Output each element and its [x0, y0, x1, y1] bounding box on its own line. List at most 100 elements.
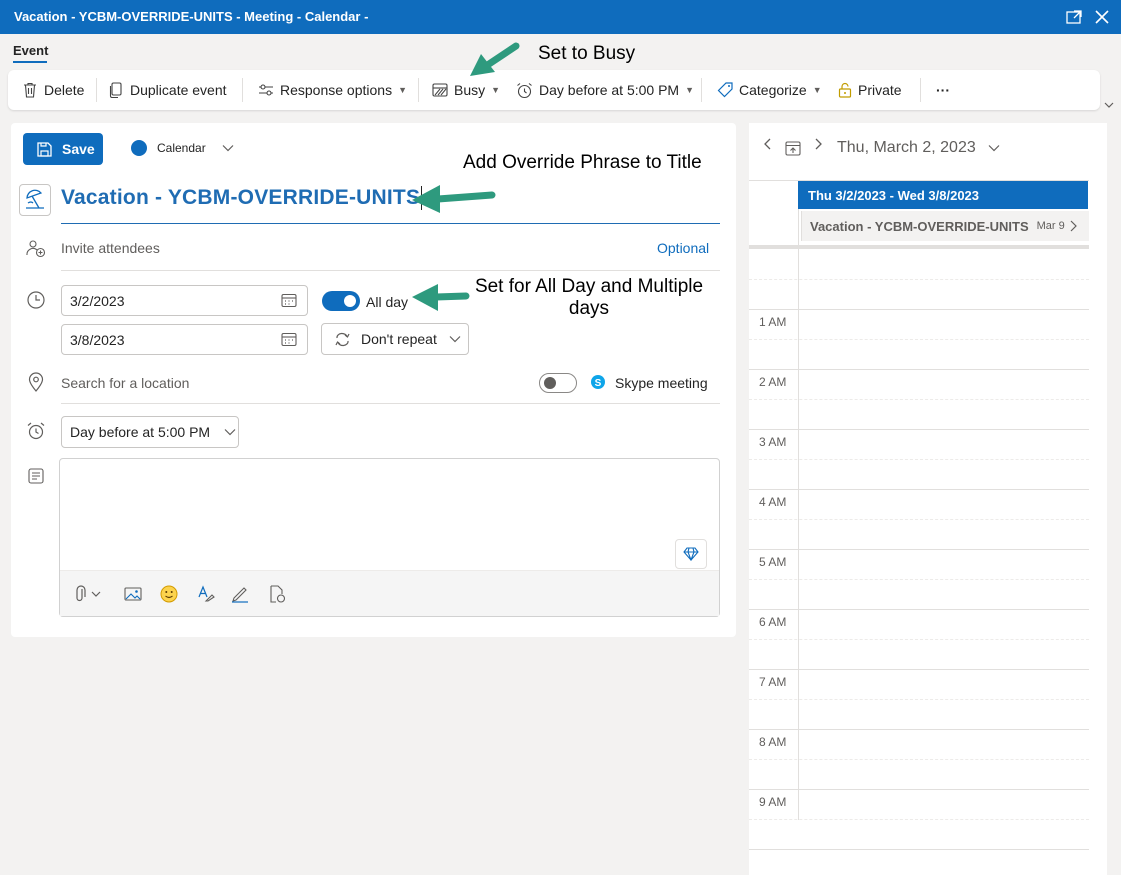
location-pin-icon — [25, 371, 47, 393]
sliders-icon — [259, 84, 273, 96]
format-text-button[interactable] — [196, 584, 216, 604]
emoji-button[interactable] — [159, 584, 179, 604]
event-type-icon[interactable] — [19, 184, 51, 216]
grid-line — [749, 519, 1089, 520]
optional-attendees-link[interactable]: Optional — [657, 240, 709, 256]
reminder-dropdown-field[interactable]: Day before at 5:00 PM — [61, 416, 239, 448]
window-title: Vacation - YCBM-OVERRIDE-UNITS - Meeting… — [14, 9, 369, 24]
trash-icon — [24, 82, 36, 98]
chevron-left-icon[interactable] — [763, 137, 773, 156]
allday-event-bar[interactable]: Thu 3/2/2023 - Wed 3/8/2023 — [798, 181, 1088, 209]
title-value: Vacation - YCBM-OVERRIDE-UNITS — [61, 186, 421, 209]
popout-icon[interactable] — [1064, 7, 1084, 27]
hour-label: 8 AM — [759, 735, 787, 749]
end-date-value: 3/8/2023 — [70, 331, 125, 348]
reminder-dropdown[interactable]: Day before at 5:00 PM ▼ — [516, 70, 694, 110]
grid-line — [749, 399, 1089, 400]
divider — [61, 270, 720, 271]
tab-event-underline — [13, 61, 47, 63]
grid-line — [749, 789, 1089, 790]
reminder-label: Day before at 5:00 PM — [539, 82, 680, 98]
duplicate-event-button[interactable]: Duplicate event — [108, 70, 227, 110]
response-options-label: Response options — [280, 82, 393, 98]
grid-line — [749, 579, 1089, 580]
annotation-arrow-allday — [412, 284, 470, 311]
chevron-down-icon — [449, 336, 461, 343]
response-options-button[interactable]: Response options ▼ — [258, 70, 407, 110]
calendar-selector[interactable]: Calendar — [131, 140, 234, 156]
chevron-right-icon[interactable] — [813, 137, 823, 156]
all-day-toggle[interactable] — [322, 291, 360, 311]
calendar-icon[interactable] — [281, 293, 297, 311]
start-date-field[interactable]: 3/2/2023 — [61, 285, 308, 316]
repeat-value: Don't repeat — [361, 331, 437, 347]
toggle-knob — [544, 377, 556, 389]
ribbon-divider — [701, 78, 702, 102]
calendar-event[interactable]: Vacation - YCBM-OVERRIDE-UNITS Mar 9 — [801, 211, 1089, 241]
categorize-button[interactable]: Categorize ▼ — [717, 70, 822, 110]
end-date-field[interactable]: 3/8/2023 — [61, 324, 308, 355]
invite-attendees-input[interactable]: Invite attendees — [61, 240, 160, 256]
description-editor[interactable] — [59, 458, 720, 617]
grid-line — [749, 699, 1089, 700]
grid-line — [749, 309, 1089, 310]
private-button[interactable]: Private — [838, 70, 902, 110]
grid-line — [749, 369, 1089, 370]
location-input[interactable]: Search for a location — [61, 375, 189, 391]
skype-meeting-toggle[interactable] — [539, 373, 577, 393]
annotation-busy: Set to Busy — [538, 43, 636, 64]
annotation-allday: Set for All Day and Multiple days — [469, 276, 709, 320]
title-bar: Vacation - YCBM-OVERRIDE-UNITS - Meeting… — [0, 0, 1121, 34]
repeat-icon — [335, 332, 350, 346]
hour-label: 9 AM — [759, 795, 787, 809]
annotation-arrow-title — [412, 185, 496, 213]
chevron-down-icon — [222, 145, 234, 152]
go-to-today-icon[interactable] — [785, 140, 801, 161]
save-button[interactable]: Save — [23, 133, 103, 165]
ribbon-divider — [96, 78, 97, 102]
start-date-value: 3/2/2023 — [70, 292, 125, 309]
save-icon — [37, 141, 52, 157]
reminder-value: Day before at 5:00 PM — [70, 424, 211, 440]
chevron-right-icon — [1070, 220, 1077, 232]
categorize-label: Categorize — [739, 82, 807, 98]
editor-toolbar — [60, 570, 719, 616]
svg-text:S: S — [595, 378, 602, 389]
more-options-button[interactable]: ··· — [936, 70, 950, 110]
busy-label: Busy — [454, 82, 486, 98]
repeat-dropdown[interactable]: Don't repeat — [321, 323, 469, 355]
annotation-title: Add Override Phrase to Title — [463, 152, 702, 173]
calendar-date-label: Thu, March 2, 2023 — [837, 139, 976, 156]
close-icon[interactable] — [1092, 7, 1112, 27]
title-input[interactable]: Vacation - YCBM-OVERRIDE-UNITS — [61, 186, 423, 211]
calendar-date-selector[interactable]: Thu, March 2, 2023 — [837, 139, 1000, 157]
annotation-allday-line1: Set for All Day and Multiple — [474, 276, 704, 297]
chevron-down-icon: ▼ — [812, 85, 822, 95]
skype-meeting-label: Skype meeting — [615, 375, 708, 391]
draw-button[interactable] — [230, 584, 250, 604]
lock-icon — [838, 82, 852, 98]
calendar-label: Calendar — [157, 141, 206, 155]
paperclip-icon — [76, 585, 101, 602]
beach-umbrella-icon — [26, 189, 44, 209]
people-add-icon — [25, 237, 47, 259]
hour-label: 6 AM — [759, 615, 787, 629]
delete-button[interactable]: Delete — [22, 70, 84, 110]
attach-file-button[interactable] — [72, 584, 106, 604]
grid-line — [749, 489, 1089, 490]
annotation-allday-line2: days — [568, 298, 610, 319]
ribbon-divider — [242, 78, 243, 102]
insert-picture-button[interactable] — [123, 584, 143, 604]
hour-label: 5 AM — [759, 555, 787, 569]
chevron-down-icon: ▼ — [491, 85, 501, 95]
chevron-down-icon[interactable] — [1104, 96, 1114, 114]
save-label: Save — [62, 141, 95, 157]
grid-line — [749, 729, 1089, 730]
calendar-icon[interactable] — [281, 332, 297, 350]
gem-icon[interactable] — [675, 539, 707, 569]
insert-loop-button[interactable] — [267, 584, 287, 604]
grid-line — [749, 609, 1089, 610]
grid-line — [749, 849, 1089, 850]
day-calendar-panel: Thu, March 2, 2023 Thu 3/2/2023 - Wed 3/… — [749, 123, 1107, 875]
tab-event[interactable]: Event — [13, 43, 48, 58]
